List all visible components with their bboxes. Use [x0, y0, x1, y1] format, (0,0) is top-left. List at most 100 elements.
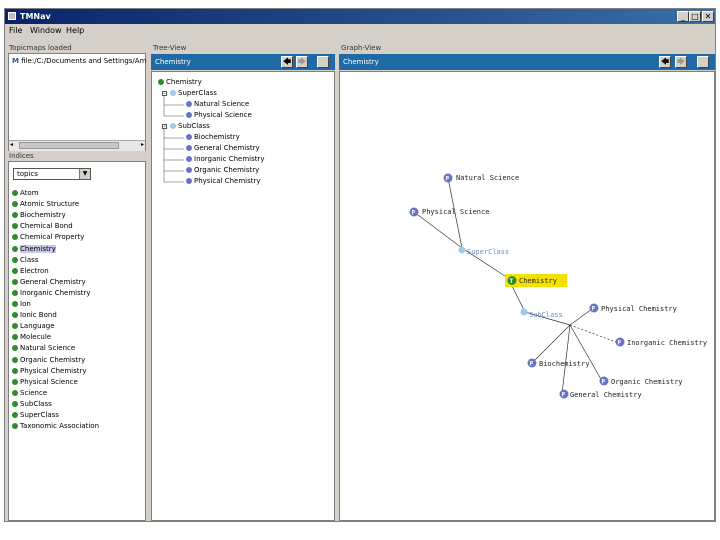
tree-node-organic-chemistry[interactable]: Organic Chemistry — [186, 165, 259, 176]
topic-list-item[interactable]: Atom — [12, 188, 39, 199]
svg-text:P: P — [412, 210, 416, 217]
graph-view: P Natural Science P Physical Science Sup… — [339, 71, 715, 521]
topic-list-item[interactable]: Language — [12, 321, 55, 332]
graph-view-header: Chemistry 🡄 🡆 — [339, 54, 715, 70]
topic-list-item[interactable]: Chemical Bond — [12, 221, 73, 232]
tree-node-physical-chemistry[interactable]: Physical Chemistry — [186, 176, 261, 187]
title-bar: TMNav _ □ ✕ — [5, 9, 715, 24]
topic-list-item[interactable]: Inorganic Chemistry — [12, 288, 91, 299]
topic-label: Physical Chemistry — [20, 366, 87, 375]
topic-label: Atomic Structure — [20, 200, 80, 209]
topicmap-path: file:/C:/Documents and Settings/Am — [21, 57, 147, 65]
graph-assoc-superclass[interactable]: SuperClass — [458, 246, 510, 257]
graph-node-general-chemistry[interactable]: P General Chemistry — [559, 389, 642, 400]
scroll-thumb[interactable] — [19, 142, 119, 149]
topic-list-item[interactable]: SubClass — [12, 399, 52, 410]
topic-label: Atom — [20, 189, 39, 197]
topic-list-item[interactable]: Ionic Bond — [12, 310, 57, 321]
tree-node-label: General Chemistry — [194, 144, 260, 152]
graph-node-inorganic-chemistry[interactable]: P Inorganic Chemistry — [615, 337, 708, 348]
topicmaps-list: M file:/C:/Documents and Settings/Am ◂ ▸ — [8, 53, 146, 151]
topic-icon — [12, 278, 18, 285]
topic-list-item[interactable]: Natural Science — [12, 343, 75, 354]
graph-extra-button[interactable] — [697, 56, 709, 68]
svg-text:P: P — [446, 176, 450, 183]
scroll-left-icon[interactable]: ◂ — [10, 141, 13, 148]
tmnav-window: TMNav _ □ ✕ File Window Help Topicmaps l… — [4, 8, 716, 522]
topic-icon — [12, 412, 18, 418]
svg-text:P: P — [562, 392, 566, 399]
menu-help[interactable]: Help — [66, 24, 84, 37]
app-icon — [8, 12, 16, 20]
svg-text:Biochemistry: Biochemistry — [539, 360, 590, 368]
svg-text:Physical Chemistry: Physical Chemistry — [601, 305, 677, 313]
indices-list: topics ▼ Atom Atomic Structure Biochemistr… — [8, 161, 146, 521]
menu-window[interactable]: Window — [30, 24, 62, 37]
topic-label: Biochemistry — [20, 211, 66, 220]
tree-forward-button[interactable]: 🡆 — [296, 56, 308, 68]
svg-text:P: P — [602, 379, 606, 386]
minimize-button[interactable]: _ — [677, 11, 689, 22]
topic-list-item[interactable]: Physical Science — [12, 377, 78, 388]
tree-back-button[interactable]: 🡄 — [281, 56, 293, 68]
close-button[interactable]: ✕ — [702, 11, 714, 22]
tree-node-label: Inorganic Chemistry — [194, 155, 265, 163]
tree-node-biochemistry[interactable]: Biochemistry — [186, 132, 240, 143]
graph-node-chemistry[interactable]: T Chemistry — [505, 274, 567, 287]
chevron-down-icon[interactable]: ▼ — [79, 169, 90, 179]
graph-node-natural-science[interactable]: P Natural Science — [443, 173, 520, 183]
graph-node-organic-chemistry[interactable]: P Organic Chemistry — [599, 376, 683, 387]
topic-list-item[interactable]: Class — [12, 255, 38, 266]
topic-icon — [12, 301, 18, 307]
graph-back-button[interactable]: 🡄 — [659, 56, 671, 68]
topic-list-item[interactable]: Atomic Structure — [12, 199, 79, 210]
tree-node-label: Biochemistry — [194, 133, 240, 141]
topic-list-item[interactable]: Molecule — [12, 332, 51, 343]
tree-view-title: Tree-View — [153, 44, 187, 52]
topic-label: Science — [20, 388, 48, 397]
topic-label: Class — [20, 255, 39, 264]
topic-list-item[interactable]: SuperClass — [12, 410, 59, 421]
tree-node-general-chemistry[interactable]: General Chemistry — [186, 143, 260, 154]
tree-connector-lines — [163, 96, 184, 183]
horizontal-scrollbar[interactable]: ◂ ▸ — [9, 140, 145, 151]
tree-extra-button[interactable] — [317, 56, 329, 68]
topic-list-item[interactable]: Physical Chemistry — [12, 366, 87, 377]
topic-list-item[interactable]: Biochemistry — [12, 210, 66, 221]
topic-label: General Chemistry — [20, 277, 86, 286]
topic-label: Organic Chemistry — [20, 355, 86, 364]
topic-list-item[interactable]: Chemical Property — [12, 232, 84, 243]
topic-list-item[interactable]: Chemistry — [12, 244, 56, 255]
topic-list-item[interactable]: Taxonomic Association — [12, 421, 99, 432]
graph-view-title: Graph-View — [341, 44, 382, 52]
topicmap-item[interactable]: M file:/C:/Documents and Settings/Am — [12, 56, 146, 66]
svg-text:P: P — [618, 340, 622, 347]
topic-list-item[interactable]: General Chemistry — [12, 277, 86, 288]
index-type-select[interactable]: topics ▼ — [13, 168, 91, 180]
tree-node-natural-science[interactable]: Natural Science — [186, 99, 249, 110]
topic-list-item[interactable]: Ion — [12, 299, 31, 310]
graph-forward-button[interactable]: 🡆 — [675, 56, 687, 68]
tree-node-inorganic-chemistry[interactable]: Inorganic Chemistry — [186, 154, 265, 165]
topic-label: Natural Science — [20, 344, 76, 353]
topic-icon — [12, 201, 18, 208]
svg-text:SuperClass: SuperClass — [467, 248, 509, 256]
topic-list-item[interactable]: Organic Chemistry — [12, 355, 85, 366]
topic-list-item[interactable]: Electron — [12, 266, 49, 277]
svg-text:General Chemistry: General Chemistry — [570, 391, 642, 399]
topicmaps-panel-title: Topicmaps loaded — [9, 44, 72, 52]
index-type-value: topics — [17, 170, 38, 178]
scroll-right-icon[interactable]: ▸ — [141, 141, 144, 148]
graph-node-physical-science[interactable]: P Physical Science — [409, 207, 490, 217]
graph-assoc-subclass[interactable]: SubClass — [520, 308, 563, 320]
tree-node-physical-science[interactable]: Physical Science — [186, 110, 252, 121]
topic-list-item[interactable]: Science — [12, 388, 47, 399]
maximize-button[interactable]: □ — [689, 11, 701, 22]
graph-node-physical-chemistry[interactable]: P Physical Chemistry — [589, 303, 677, 314]
topic-icon — [12, 334, 18, 341]
menu-file[interactable]: File — [9, 24, 22, 37]
topic-icon — [12, 356, 18, 363]
tree-view-header-label: Chemistry — [155, 58, 191, 66]
graph-node-biochemistry[interactable]: P Biochemistry — [527, 358, 590, 369]
topic-icon — [12, 245, 18, 252]
